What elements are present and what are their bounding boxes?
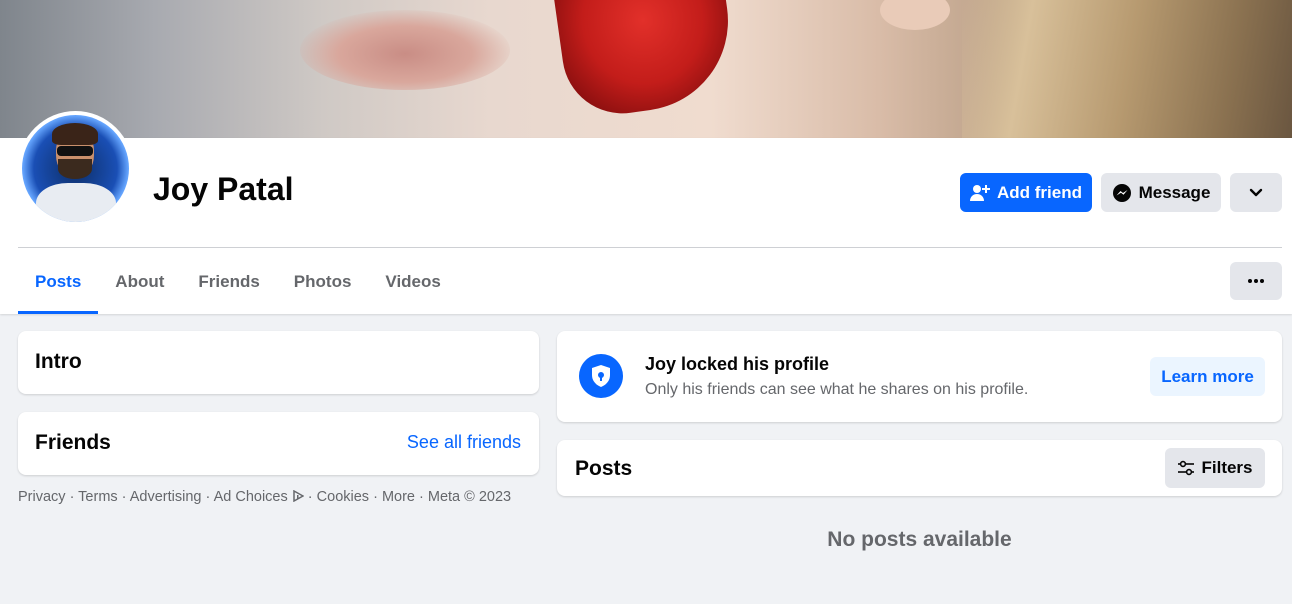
locked-subtitle: Only his friends can see what he shares … <box>645 381 1029 398</box>
messenger-icon <box>1112 183 1131 202</box>
cover-lips-shape <box>300 10 510 90</box>
friends-card: Friends See all friends <box>18 412 539 475</box>
message-button[interactable]: Message <box>1101 173 1221 212</box>
profile-name: Joy Patal <box>153 171 294 207</box>
chevron-down-icon <box>1249 188 1263 196</box>
header-divider <box>18 247 1282 248</box>
posts-card: Posts Filters <box>557 440 1282 496</box>
intro-title: Intro <box>35 350 82 373</box>
footer-link-privacy[interactable]: Privacy <box>18 489 66 505</box>
cover-photo[interactable] <box>0 0 1292 138</box>
footer-meta-copyright[interactable]: Meta © 2023 <box>428 489 511 505</box>
avatar-photo <box>22 115 129 222</box>
see-all-friends-link[interactable]: See all friends <box>407 432 521 453</box>
filters-sliders-icon <box>1178 460 1195 476</box>
footer-link-ad-choices[interactable]: Ad Choices <box>214 489 288 505</box>
tab-friends[interactable]: Friends <box>181 262 276 314</box>
footer-link-terms[interactable]: Terms <box>78 489 117 505</box>
locked-title: Joy locked his profile <box>645 354 830 374</box>
add-friend-button[interactable]: Add friend <box>960 173 1092 212</box>
tab-about[interactable]: About <box>98 262 181 314</box>
tab-posts[interactable]: Posts <box>18 262 99 314</box>
tabs-more-button[interactable] <box>1230 262 1282 300</box>
profile-tabs: Posts About Friends Photos Videos <box>18 262 458 314</box>
cover-heart-shape <box>550 0 740 122</box>
footer-link-more[interactable]: More <box>382 489 415 505</box>
intro-card: Intro <box>18 331 539 394</box>
avatar-hair-shape <box>52 123 98 145</box>
filters-label: Filters <box>1201 458 1253 477</box>
cover-hair-shape <box>962 0 1292 138</box>
footer-links: Privacy · Terms · Advertising · Ad Choic… <box>18 489 512 505</box>
ad-choices-icon <box>293 489 305 503</box>
tab-photos[interactable]: Photos <box>277 262 369 314</box>
no-posts-message: No posts available <box>827 528 1012 551</box>
more-options-button[interactable] <box>1230 173 1282 212</box>
avatar-glasses-shape <box>57 146 93 156</box>
posts-title: Posts <box>575 457 633 480</box>
friends-title: Friends <box>35 431 111 454</box>
learn-more-button[interactable]: Learn more <box>1150 357 1265 396</box>
add-person-icon <box>970 184 990 201</box>
message-label: Message <box>1138 182 1211 202</box>
avatar-beard-shape <box>58 159 92 179</box>
profile-header: Joy Patal Add friend Message Posts About… <box>0 138 1292 314</box>
ellipsis-icon <box>1248 279 1264 283</box>
locked-profile-card: Joy locked his profile Only his friends … <box>557 331 1282 422</box>
footer-link-advertising[interactable]: Advertising <box>130 489 202 505</box>
cover-ear-shape <box>880 0 950 30</box>
avatar[interactable] <box>18 111 133 226</box>
footer-link-cookies[interactable]: Cookies <box>317 489 369 505</box>
add-friend-label: Add friend <box>997 182 1082 202</box>
avatar-shirt-shape <box>36 183 116 222</box>
shield-lock-icon <box>579 354 623 398</box>
tab-videos[interactable]: Videos <box>368 262 457 314</box>
filters-button[interactable]: Filters <box>1165 448 1265 488</box>
